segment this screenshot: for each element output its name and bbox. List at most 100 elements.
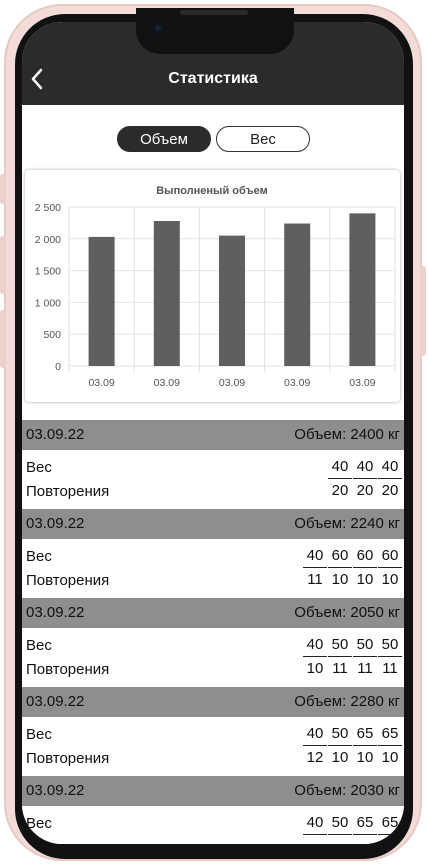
set-reps: 20	[381, 482, 399, 499]
set-reps: 20	[356, 482, 374, 499]
y-tick-label: 1 500	[35, 266, 61, 278]
set-cell: 50	[328, 812, 352, 844]
y-tick-label: 2 500	[35, 202, 61, 214]
x-tick-label: 03.09	[284, 377, 310, 389]
tab-volume[interactable]: Объем	[117, 126, 211, 152]
set-weight: 40	[303, 812, 327, 835]
set-reps: 11	[382, 660, 398, 677]
tab-weight[interactable]: Вес	[216, 126, 310, 152]
session-header[interactable]: 03.09.22 Объем: 2240 кг	[22, 509, 404, 539]
session-sets: ВесПовторения40506565	[22, 806, 404, 844]
set-cell: 50 10	[328, 723, 352, 768]
set-cell: 40 12	[303, 723, 327, 768]
set-reps	[328, 835, 352, 844]
session-volume: Объем: 2280 кг	[294, 693, 400, 710]
set-reps	[378, 835, 402, 844]
chart-bar	[219, 235, 245, 366]
sets-row: 40 50 65 65	[302, 812, 402, 844]
reps-label: Повторения	[26, 750, 110, 767]
session-date: 03.09.22	[26, 604, 85, 621]
chart-bar	[284, 223, 311, 366]
set-cell: 65 10	[378, 723, 402, 768]
set-weight: 50	[328, 723, 352, 746]
reps-label: Повторения	[26, 572, 110, 589]
reps-label: Повторения	[26, 839, 109, 844]
set-cell: 40 11	[303, 545, 327, 590]
set-weight: 60	[378, 545, 402, 568]
set-reps: 10	[331, 749, 349, 766]
reps-label: Повторения	[26, 483, 110, 500]
set-reps	[303, 835, 327, 844]
sets-row: 40 11 60 10 60 10 60 10	[302, 545, 402, 590]
mute-switch	[0, 174, 6, 204]
weight-label: Вес	[26, 726, 52, 743]
set-weight: 40	[353, 456, 377, 479]
x-tick-label: 03.09	[349, 377, 375, 389]
app-screen: Статистика Объем Вес Выполненый объем 0 50…	[22, 22, 404, 844]
y-tick-label: 500	[43, 329, 61, 341]
set-cell: 40	[303, 812, 327, 844]
volume-chart-card: Выполненый объем 0 500 1 000 1 500 2 000 2 500…	[25, 170, 400, 402]
set-reps: 11	[332, 660, 348, 677]
sets-row: 40 12 50 10 65 10 65 10	[302, 723, 402, 768]
set-cell: 50 11	[353, 634, 377, 679]
session-list: 03.09.22 Объем: 2400 кг Вес Повторения 40 20 4…	[22, 420, 404, 844]
y-tick-label: 2 000	[35, 234, 61, 246]
set-cell: 40 20	[378, 456, 402, 501]
set-reps: 10	[306, 660, 324, 677]
session-header[interactable]: 03.09.22 Объем: 2400 кг	[22, 420, 404, 450]
session-volume: Объем: 2050 кг	[294, 604, 400, 621]
set-reps: 10	[381, 571, 399, 588]
sets-row: 40 10 50 11 50 11 50 11	[302, 634, 402, 679]
front-camera	[152, 22, 164, 34]
session-header[interactable]: 03.09.22 Объем: 2280 кг	[22, 687, 404, 717]
set-weight: 65	[378, 723, 402, 746]
session-date: 03.09.22	[26, 782, 85, 799]
weight-label: Вес	[26, 459, 52, 476]
set-cell: 65	[378, 812, 402, 844]
reps-label: Повторения	[26, 661, 110, 678]
page-title: Статистика	[168, 70, 258, 87]
set-reps: 12	[306, 749, 324, 766]
y-tick-label: 0	[55, 361, 61, 373]
set-weight: 40	[378, 456, 402, 479]
power-button	[420, 266, 426, 356]
set-weight: 60	[328, 545, 352, 568]
session-volume: Объем: 2240 кг	[294, 515, 400, 532]
set-reps: 11	[357, 660, 373, 677]
set-cell: 60 10	[378, 545, 402, 590]
session-volume: Объем: 2400 кг	[294, 426, 400, 443]
set-cell: 50 11	[378, 634, 402, 679]
set-weight: 40	[328, 456, 352, 479]
session-date: 03.09.22	[26, 515, 85, 532]
sets-row: 40 20 40 20 40 20	[327, 456, 402, 501]
set-cell: 60 10	[328, 545, 352, 590]
set-weight: 50	[328, 634, 352, 657]
volume-down-button	[0, 310, 6, 368]
session-header[interactable]: 03.09.22 Объем: 2050 кг	[22, 598, 404, 628]
set-reps	[353, 835, 377, 844]
session-volume: Объем: 2030 кг	[294, 782, 400, 799]
weight-label: Вес	[26, 815, 52, 832]
chart-bar	[88, 236, 115, 366]
x-tick-label: 03.09	[88, 377, 114, 389]
session-date: 03.09.22	[26, 426, 85, 443]
y-tick-label: 1 000	[35, 297, 61, 309]
chart-title: Выполненый объем	[156, 185, 268, 197]
session-header[interactable]: 03.09.22 Объем: 2030 кг	[22, 776, 404, 806]
session-sets: Вес Повторения 40 11 60 10 60 10 60 10	[22, 539, 404, 598]
session-sets: Вес Повторения 40 12 50 10 65 10 65 10	[22, 717, 404, 776]
set-cell: 40 20	[328, 456, 352, 501]
session-date: 03.09.22	[26, 693, 85, 710]
chart-bar	[153, 220, 180, 366]
set-cell: 40 20	[353, 456, 377, 501]
session-sets: Вес Повторения 40 10 50 11 50 11 50 11	[22, 628, 404, 687]
set-weight: 60	[353, 545, 377, 568]
set-weight: 65	[353, 723, 377, 746]
set-reps: 11	[307, 571, 323, 588]
set-weight: 50	[378, 634, 402, 657]
set-cell: 50 11	[328, 634, 352, 679]
set-reps: 20	[331, 482, 349, 499]
set-cell: 40 10	[303, 634, 327, 679]
set-weight: 65	[353, 812, 377, 835]
